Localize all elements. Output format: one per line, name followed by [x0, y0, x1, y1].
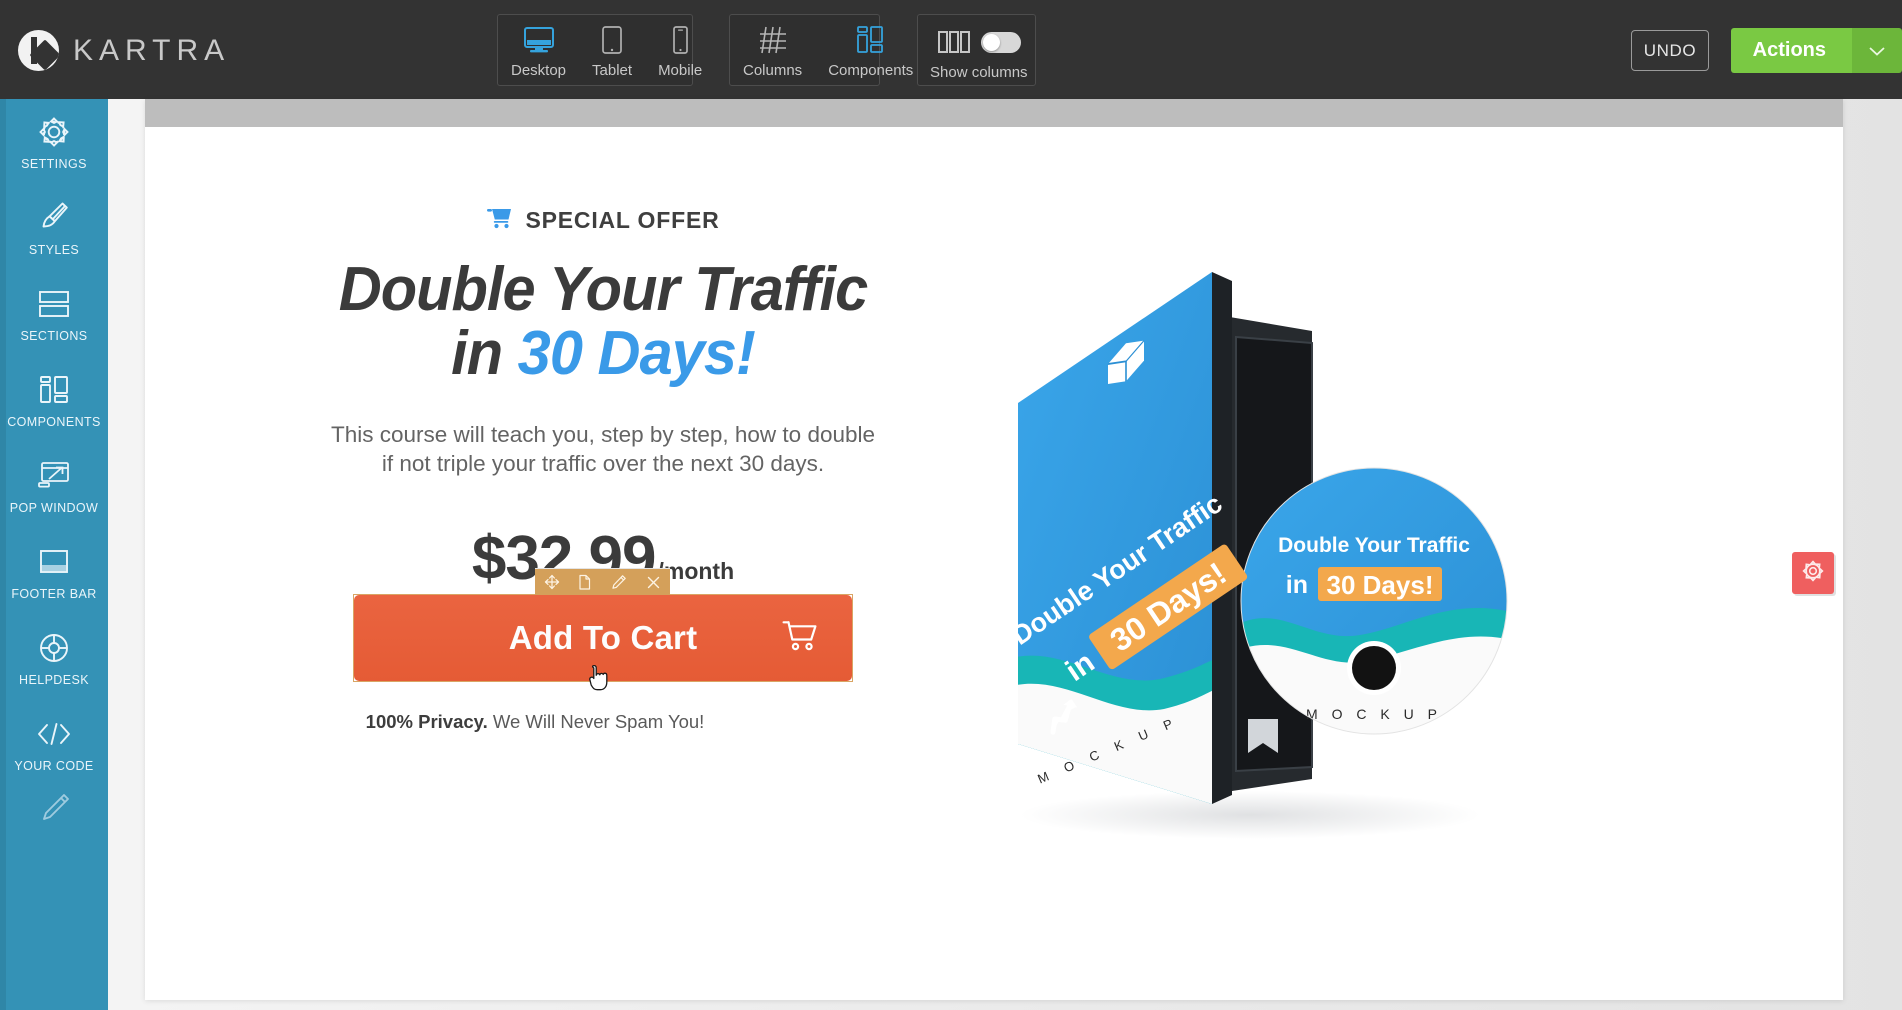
- gear-icon: [36, 113, 72, 151]
- pencil-icon[interactable]: [604, 569, 634, 596]
- page-canvas: SPECIAL OFFER Double Your Traffic in 30 …: [145, 99, 1843, 1000]
- device-tablet-label: Tablet: [592, 62, 633, 79]
- privacy-bold: 100% Privacy.: [365, 711, 488, 732]
- sidebar-item-sections[interactable]: SECTIONS: [0, 271, 108, 357]
- actions-button-group[interactable]: Actions: [1730, 28, 1902, 73]
- components-icon: [36, 371, 72, 409]
- sidebar-item-label: POP WINDOW: [9, 501, 99, 515]
- special-offer-badge: SPECIAL OFFER: [213, 207, 993, 234]
- top-toolbar: KARTRA Desktop Tablet Mobile Columns Com…: [0, 0, 1902, 99]
- lifebuoy-icon: [36, 629, 72, 667]
- special-offer-label: SPECIAL OFFER: [525, 207, 720, 233]
- pencil-icon: [36, 788, 72, 826]
- gear-icon: [1801, 559, 1825, 588]
- device-mobile-button[interactable]: Mobile: [645, 15, 715, 85]
- svg-text:30 Days!: 30 Days!: [1327, 570, 1434, 600]
- sidebar-item-your-code[interactable]: YOUR CODE: [0, 701, 108, 787]
- privacy-note: 100% Privacy. We Will Never Spam You!: [145, 711, 925, 733]
- grid-icon: [758, 23, 788, 57]
- headline-line-2: in 30 Days!: [229, 322, 978, 386]
- sidebar-item-label: HELPDESK: [19, 673, 89, 687]
- product-mockup-image: Double Your Traffic in 30 Days! M O C K …: [1000, 219, 1560, 839]
- device-desktop-button[interactable]: Desktop: [498, 15, 579, 85]
- tablet-icon: [600, 23, 624, 57]
- columns-label: Columns: [743, 62, 803, 79]
- move-arrows-icon[interactable]: [537, 569, 567, 596]
- sidebar-item-pencil[interactable]: [0, 787, 108, 827]
- show-columns-label: Show columns: [930, 64, 1028, 81]
- components-toggle-button[interactable]: Components: [815, 15, 926, 85]
- svg-text:Double Your Traffic: Double Your Traffic: [1278, 534, 1470, 557]
- components-label: Components: [828, 62, 914, 79]
- kartra-logo-icon: [18, 30, 59, 71]
- actions-button[interactable]: Actions: [1730, 28, 1852, 73]
- subcopy-line-1: This course will teach you, step by step…: [330, 421, 876, 447]
- show-columns-toggle[interactable]: [980, 31, 1021, 53]
- popup-window-icon: [35, 457, 73, 495]
- components-icon: [855, 23, 887, 57]
- headline-accent: 30 Days!: [517, 319, 756, 389]
- chevron-down-icon[interactable]: [1852, 28, 1902, 73]
- editor-workspace: SPECIAL OFFER Double Your Traffic in 30 …: [108, 99, 1902, 1010]
- footer-bar-icon: [36, 543, 72, 581]
- device-preview-group: Desktop Tablet Mobile: [497, 14, 702, 86]
- page-headline: Double Your Traffic in 30 Days!: [229, 255, 978, 387]
- page-settings-tab-button[interactable]: [1792, 552, 1834, 594]
- shopping-cart-icon: [486, 207, 513, 234]
- code-icon: [34, 715, 74, 753]
- close-x-icon[interactable]: [638, 569, 668, 596]
- brand-name: KARTRA: [73, 33, 231, 67]
- privacy-rest: We Will Never Spam You!: [487, 711, 705, 732]
- paintbrush-icon: [36, 199, 72, 237]
- svg-text:in: in: [1286, 571, 1308, 599]
- sidebar-item-pop-window[interactable]: POP WINDOW: [0, 443, 108, 529]
- brand-logo[interactable]: KARTRA: [18, 30, 230, 71]
- sections-icon: [36, 285, 72, 323]
- sidebar-item-helpdesk[interactable]: HELPDESK: [0, 615, 108, 701]
- show-columns-group: Show columns: [917, 14, 1036, 86]
- mobile-icon: [669, 23, 691, 57]
- svg-text:M O C K U P: M O C K U P: [1306, 706, 1442, 722]
- columns-toggle-button[interactable]: Columns: [730, 15, 815, 85]
- left-sidebar: SETTINGS STYLES SECTIONS COMPONENTS POP …: [0, 99, 108, 1010]
- columns-icon: [937, 25, 1021, 59]
- structure-group: Columns Components: [729, 14, 913, 86]
- shopping-cart-icon: [782, 620, 818, 656]
- hero-left-column: SPECIAL OFFER Double Your Traffic in 30 …: [213, 207, 993, 594]
- section-strip-above[interactable]: [145, 99, 1843, 127]
- headline-line-1: Double Your Traffic: [338, 255, 869, 324]
- sidebar-item-label: YOUR CODE: [14, 759, 94, 773]
- device-mobile-label: Mobile: [658, 62, 703, 79]
- sidebar-item-label: SETTINGS: [21, 157, 87, 171]
- page-subcopy: This course will teach you, step by step…: [213, 421, 993, 479]
- sidebar-item-settings[interactable]: SETTINGS: [0, 99, 108, 185]
- device-tablet-button[interactable]: Tablet: [579, 15, 645, 85]
- toggle-knob: [982, 33, 1000, 51]
- sidebar-item-styles[interactable]: STYLES: [0, 185, 108, 271]
- sidebar-item-label: SECTIONS: [20, 329, 88, 343]
- subcopy-line-2: if not triple your traffic over the next…: [381, 450, 825, 476]
- sidebar-item-label: COMPONENTS: [7, 415, 101, 429]
- sidebar-item-footer-bar[interactable]: FOOTER BAR: [0, 529, 108, 615]
- sidebar-item-label: FOOTER BAR: [11, 587, 97, 601]
- add-to-cart-label: Add To Cart: [508, 619, 698, 656]
- device-desktop-label: Desktop: [511, 62, 567, 79]
- sidebar-item-components[interactable]: COMPONENTS: [0, 357, 108, 443]
- mouse-cursor-pointer: [588, 664, 610, 697]
- duplicate-page-icon[interactable]: [571, 569, 601, 596]
- headline-prefix: in: [451, 319, 518, 389]
- desktop-icon: [522, 23, 556, 57]
- show-columns-control[interactable]: Show columns: [918, 15, 1040, 85]
- sidebar-item-label: STYLES: [28, 243, 80, 257]
- element-edit-toolbar: [535, 568, 670, 595]
- undo-button[interactable]: UNDO: [1631, 30, 1709, 71]
